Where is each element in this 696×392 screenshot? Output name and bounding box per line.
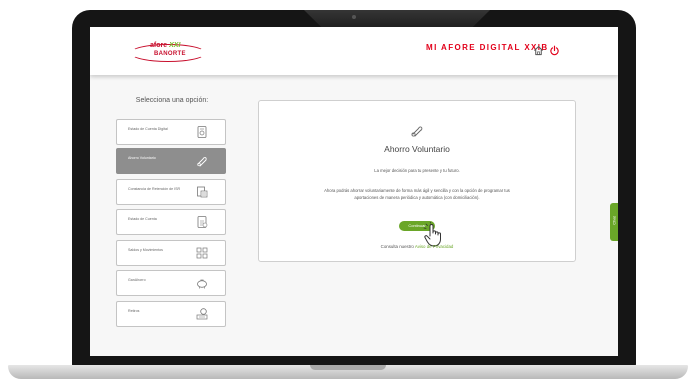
sidebar-item-estado-cuenta[interactable]: Estado de Cuenta <box>116 209 226 235</box>
withdrawals-icon <box>196 308 208 320</box>
sidebar-item-ganahorro[interactable]: GanAhorro <box>116 270 226 296</box>
power-icon[interactable] <box>549 45 560 56</box>
laptop-notch <box>310 365 386 370</box>
privacy-notice: Consulta nuestro Aviso de Privacidad <box>259 244 575 249</box>
sidebar-item-label: Retiros <box>128 309 140 313</box>
app-screen: afore XXI BANORTE MI AFORE DIGITAL XXIB S… <box>90 27 618 356</box>
sidebar-item-label: Saldos y Movimientos <box>128 248 163 252</box>
voluntary-savings-icon <box>411 126 423 137</box>
webcam <box>352 15 356 19</box>
chat-tab[interactable]: Chat <box>610 203 618 241</box>
balances-icon <box>196 247 208 259</box>
voluntary-savings-panel: Ahorro Voluntario La mejor decisión para… <box>258 100 576 262</box>
sidebar-item-label: Estado de Cuenta Digital <box>128 127 168 131</box>
app-title: MI AFORE DIGITAL XXIB <box>426 43 549 52</box>
privacy-link[interactable]: Aviso de Privacidad <box>415 244 453 249</box>
digital-statement-icon <box>197 126 207 138</box>
home-icon[interactable] <box>533 45 544 56</box>
panel-subtitle: La mejor decisión para tu presente y tu … <box>374 168 460 173</box>
menu-title: Selecciona una opción: <box>135 97 209 104</box>
sidebar-item-label: Constancia de Retención de ISR <box>128 187 181 191</box>
sidebar-item-constancia-isr[interactable]: Constancia de Retención de ISR <box>116 179 226 205</box>
app-header: afore XXI BANORTE MI AFORE DIGITAL XXIB <box>90 27 618 75</box>
voluntary-savings-icon <box>197 157 207 167</box>
panel-description: Ahora podrás ahorrar voluntariamente de … <box>324 188 510 200</box>
logo-banorte-text: BANORTE <box>154 51 186 57</box>
logo-xxi-text: XXI <box>169 42 181 49</box>
sidebar-item-label: Estado de Cuenta <box>128 217 157 221</box>
account-statement-icon <box>197 216 208 228</box>
panel-title: Ahorro Voluntario <box>384 144 450 154</box>
privacy-prefix: Consulta nuestro <box>380 244 414 249</box>
sidebar-item-ahorro-voluntario[interactable]: Ahorro Voluntario <box>116 148 226 174</box>
sidebar-item-estado-cuenta-digital[interactable]: Estado de Cuenta Digital <box>116 119 226 145</box>
chat-label: Chat <box>611 216 617 225</box>
sidebar-item-saldos-movimientos[interactable]: Saldos y Movimientos <box>116 240 226 266</box>
afore-logo[interactable]: afore XXI BANORTE <box>130 42 210 64</box>
tax-certificate-icon <box>197 186 208 198</box>
sidebar-item-label: GanAhorro <box>128 278 146 282</box>
logo-afore-text: afore XXI <box>150 42 181 49</box>
piggy-bank-icon <box>197 279 207 289</box>
sidebar-item-retiros[interactable]: Retiros <box>116 301 226 327</box>
sidebar-item-label: Ahorro Voluntario <box>128 156 156 160</box>
